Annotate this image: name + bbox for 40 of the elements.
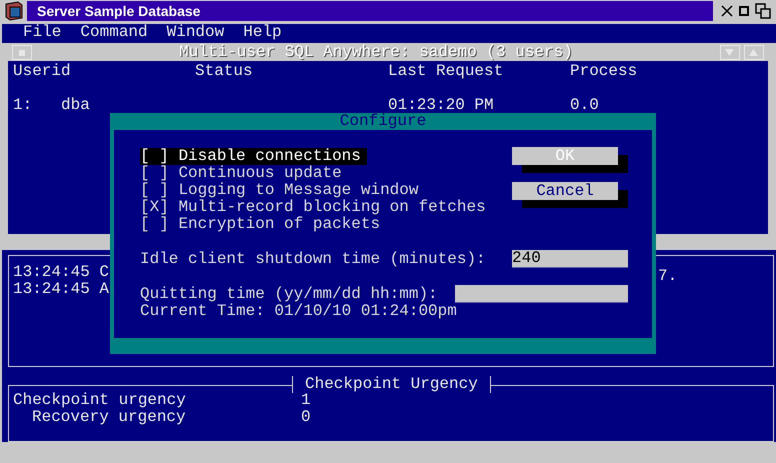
table-cell-text: 0.0	[570, 97, 600, 114]
up-triangle-icon	[749, 49, 758, 56]
menu-item[interactable]: File	[23, 24, 62, 43]
app-icon	[4, 1, 24, 21]
column-header: Userid	[13, 63, 72, 80]
restore-icon[interactable]	[755, 3, 771, 19]
stat-label: Recovery urgency	[32, 408, 187, 426]
log-line: 13:24:45 A	[13, 281, 110, 298]
table-cell-text: 1: dba	[13, 97, 91, 114]
dialog-title: Configure	[338, 113, 428, 130]
checkbox-option[interactable]: [ ] Logging to Message window	[140, 182, 424, 199]
checkbox-option[interactable]: [X] Multi-record blocking on fetches	[140, 199, 492, 216]
current-time: Current Time: 01/10/10 01:24:00pm	[140, 303, 458, 320]
checkbox-option[interactable]: [ ] Disable connections	[140, 148, 367, 165]
checkbox-option[interactable]: [ ] Encryption of packets	[140, 216, 386, 233]
field-label: Idle client shutdown time (minutes):	[140, 250, 486, 268]
window-title: Multi-user SQL Anywhere: sademo (3 users)	[179, 44, 573, 61]
checkbox-option[interactable]: [ ] Continuous update	[140, 165, 348, 182]
log-line: 13:24:45 C	[13, 264, 110, 281]
menu-item[interactable]: Window	[166, 24, 224, 43]
square-icon	[19, 50, 25, 56]
column-header: Status	[195, 63, 254, 80]
log-line: 7.	[658, 268, 678, 285]
frame-title: Checkpoint Urgency	[292, 376, 491, 393]
column-header: Process	[570, 63, 638, 80]
minimize-icon[interactable]	[739, 6, 749, 16]
field-label: Quitting time (yy/mm/dd hh:mm):	[140, 286, 438, 302]
stat-value: 1	[301, 392, 311, 409]
table-cell-text: 01:23:20 PM	[388, 97, 495, 114]
close-icon[interactable]	[721, 5, 733, 17]
menu-item[interactable]: Help	[243, 24, 282, 43]
cancel-button[interactable]: Cancel	[512, 182, 618, 200]
stat-value: 0	[301, 408, 312, 426]
input-field[interactable]	[455, 285, 628, 303]
menu-item[interactable]: Command	[80, 24, 148, 43]
column-header: Last Request	[388, 63, 504, 80]
window-title: Server Sample Database	[27, 1, 713, 21]
input-field[interactable]: 240	[512, 250, 628, 268]
down-triangle-icon	[725, 49, 734, 56]
stat-label: Checkpoint urgency	[13, 392, 187, 409]
